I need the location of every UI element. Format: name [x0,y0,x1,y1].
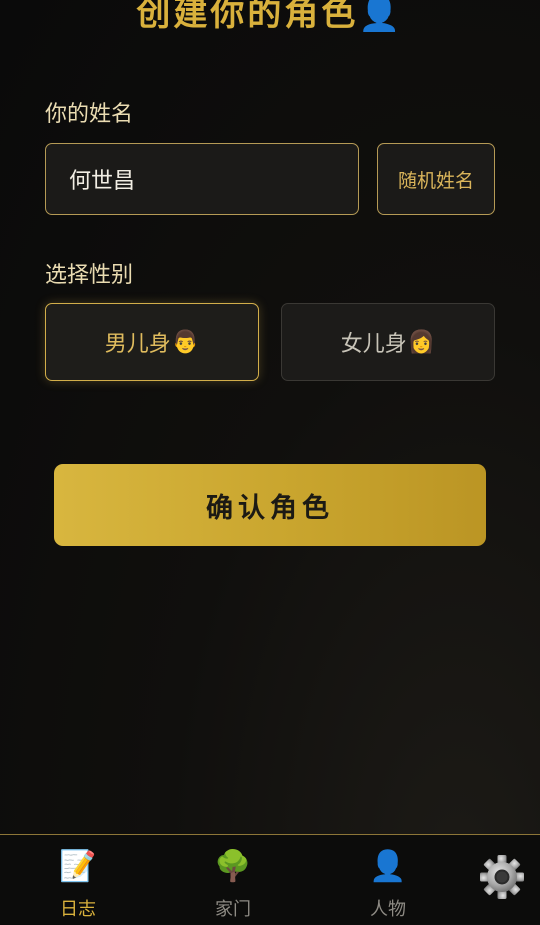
nav-label-family: 家门 [215,899,251,920]
man-icon: 👨 [171,329,200,355]
gear-icon [480,855,524,899]
nav-item-log[interactable]: 📝 日志 [28,835,128,925]
settings-button[interactable] [478,853,526,901]
bottom-nav: 📝 日志 🌳 家门 👤 人物 [0,834,540,924]
name-input[interactable] [45,143,359,215]
nav-item-family[interactable]: 🌳 家门 [183,835,283,925]
confirm-character-button[interactable]: 确认角色 [54,464,486,546]
gender-male-label: 男儿身 [104,332,171,357]
nav-label-characters: 人物 [370,899,406,920]
gender-female-label: 女儿身 [340,332,407,357]
woman-icon: 👩 [407,329,436,355]
gender-section-label: 选择性别 [45,263,134,288]
person-icon: 👤 [369,849,407,884]
memo-icon: 📝 [59,849,97,884]
nav-item-characters[interactable]: 👤 人物 [338,835,438,925]
gender-female-button[interactable]: 女儿身 👩 [281,303,495,381]
gender-male-button[interactable]: 男儿身 👨 [45,303,259,381]
name-section-label: 你的姓名 [45,102,134,127]
tree-icon: 🌳 [214,849,252,884]
page-title: 创建你的角色👤 [136,0,404,34]
nav-label-log: 日志 [60,899,96,920]
random-name-button[interactable]: 随机姓名 [377,143,495,215]
